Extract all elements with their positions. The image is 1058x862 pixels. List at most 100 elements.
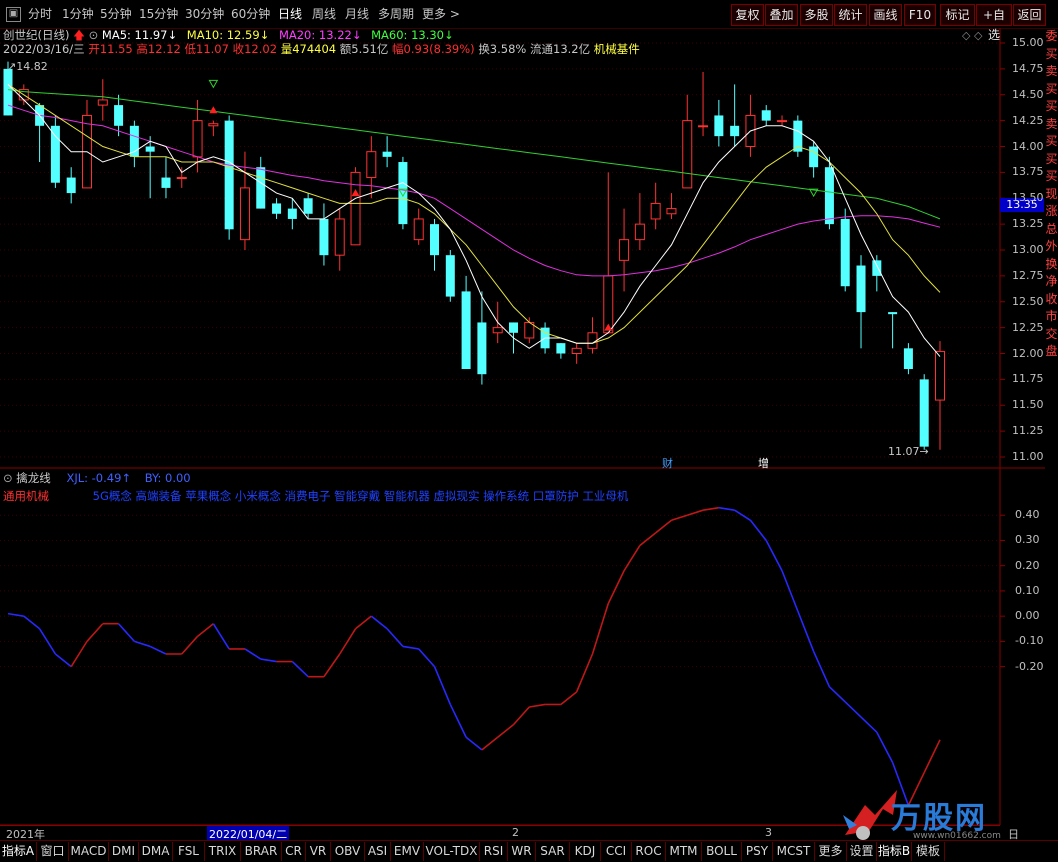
- xjl-line-segment: [433, 666, 452, 705]
- xjl-line-segment: [70, 640, 88, 668]
- indicator-tab[interactable]: BOLL: [702, 842, 742, 861]
- right-strip-char: 卖: [1045, 64, 1058, 78]
- xjl-line-segment: [828, 686, 846, 703]
- watermark-logo: 万股网 www.wn01662.com: [835, 785, 1035, 841]
- indicator-tab[interactable]: MACD: [69, 842, 109, 861]
- xjl-line-segment: [844, 701, 862, 718]
- share-issuance-marker[interactable]: 增: [758, 455, 769, 471]
- multi-stock-button[interactable]: 多股: [800, 4, 833, 26]
- f10-button[interactable]: F10: [904, 4, 936, 26]
- candle-up: [777, 120, 788, 123]
- xjl-line-segment: [465, 736, 483, 751]
- candle-down: [319, 218, 329, 256]
- indicator-tab[interactable]: RSI: [480, 842, 508, 861]
- candle-down: [809, 146, 819, 168]
- indicator-tab[interactable]: 窗口: [37, 842, 69, 861]
- stats-button[interactable]: 统计: [834, 4, 867, 26]
- right-strip-char: 买: [1045, 134, 1058, 148]
- indicator-tab[interactable]: ROC: [632, 842, 666, 861]
- indicator-tab[interactable]: ASI: [365, 842, 391, 861]
- candle-up: [650, 202, 661, 220]
- candle-down: [256, 167, 266, 209]
- xjl-line-segment: [418, 648, 436, 668]
- indicator-name[interactable]: 擒龙线: [16, 471, 51, 485]
- candle-up: [350, 171, 361, 246]
- indicator-tab[interactable]: OBV: [331, 842, 365, 861]
- period-tab-15min[interactable]: 15分钟: [139, 0, 178, 28]
- indicator-tab[interactable]: VOL-TDX: [424, 842, 480, 861]
- back-button[interactable]: 返回: [1013, 4, 1046, 26]
- xjl-line-segment: [655, 519, 672, 534]
- candle-down: [556, 343, 566, 354]
- xjl-line-segment: [765, 540, 783, 572]
- indicator-tab[interactable]: WR: [508, 842, 536, 861]
- period-tab-weekly[interactable]: 周线: [312, 0, 336, 28]
- period-tab-more[interactable]: 更多 >: [422, 0, 460, 28]
- period-tab-5min[interactable]: 5分钟: [100, 0, 132, 28]
- indicator-tab[interactable]: VR: [306, 842, 331, 861]
- xjl-line-segment: [117, 623, 135, 642]
- candle-up: [334, 218, 345, 256]
- kline-chart[interactable]: [0, 28, 1045, 840]
- period-tab-fenshi[interactable]: 分时: [28, 0, 52, 28]
- indicator-dropdown-icon[interactable]: ⊙: [3, 471, 13, 485]
- indicator-axis-label: -0.20: [1015, 659, 1044, 673]
- price-axis-label: 14.75: [1012, 61, 1044, 75]
- candle-down: [382, 151, 392, 157]
- indicator-tab[interactable]: 指标B: [877, 842, 912, 861]
- xjl-line-segment: [244, 648, 262, 660]
- indicator-tab[interactable]: BRAR: [241, 842, 282, 861]
- indicator-tab[interactable]: 更多: [815, 842, 847, 861]
- candle-up: [413, 218, 424, 241]
- xjl-line-segment: [860, 716, 878, 733]
- indicator-legend: ⊙ 擒龙线 XJL: -0.49↑ BY: 0.00: [3, 471, 191, 485]
- indicator-tab[interactable]: DMA: [139, 842, 173, 861]
- xjl-line-segment: [370, 615, 388, 630]
- financial-report-marker[interactable]: 财: [662, 455, 673, 471]
- indicator-tab[interactable]: TRIX: [205, 842, 241, 861]
- indicator-tab[interactable]: SAR: [536, 842, 570, 861]
- low-mark-value: 11.07: [888, 445, 920, 458]
- indicator-tab[interactable]: 模板: [912, 842, 945, 861]
- indicator-tab[interactable]: 设置: [847, 842, 877, 861]
- draw-line-button[interactable]: 画线: [869, 4, 902, 26]
- period-tab-60min[interactable]: 60分钟: [231, 0, 270, 28]
- indicator-tab[interactable]: MCST: [773, 842, 815, 861]
- industry-label[interactable]: 通用机械: [3, 489, 49, 503]
- indicator-tab[interactable]: FSL: [173, 842, 205, 861]
- period-tab-30min[interactable]: 30分钟: [185, 0, 224, 28]
- period-tab-monthly[interactable]: 月线: [345, 0, 369, 28]
- overlay-button[interactable]: 叠加: [765, 4, 798, 26]
- right-strip-char: 外: [1045, 239, 1058, 253]
- indicator-tab[interactable]: CR: [282, 842, 306, 861]
- period-tab-1min[interactable]: 1分钟: [62, 0, 94, 28]
- indicator-tab[interactable]: PSY: [742, 842, 773, 861]
- candle-down: [856, 265, 866, 313]
- xjl-line-segment: [402, 645, 419, 650]
- indicator-tab[interactable]: KDJ: [570, 842, 601, 861]
- indicator-axis-label: 0.10: [1015, 583, 1040, 597]
- right-strip-char: 盘: [1045, 344, 1058, 358]
- indicator-tab[interactable]: CCI: [601, 842, 632, 861]
- window-toggle-icon[interactable]: ▣: [6, 7, 21, 22]
- price-axis-label: 14.25: [1012, 113, 1044, 127]
- indicator-tab[interactable]: MTM: [666, 842, 702, 861]
- right-strip-char: 买: [1045, 81, 1058, 96]
- candle-down: [145, 146, 155, 152]
- xjl-line-segment: [718, 506, 735, 511]
- ma60-line: [7, 89, 941, 220]
- fuquan-button[interactable]: 复权: [731, 4, 764, 26]
- candle-down: [888, 312, 898, 315]
- add-favorite-button[interactable]: +自选: [976, 4, 1012, 42]
- concept-tags[interactable]: 5G概念 高端装备 苹果概念 小米概念 消费电子 智能穿戴 智能机器 虚拟现实 …: [93, 489, 629, 503]
- period-tab-multi[interactable]: 多周期: [378, 0, 414, 28]
- mark-button[interactable]: 标记: [940, 4, 975, 26]
- period-tab-daily[interactable]: 日线: [278, 0, 302, 28]
- indicator-tab[interactable]: DMI: [109, 842, 139, 861]
- indicator-tab[interactable]: EMV: [391, 842, 424, 861]
- price-axis-label: 14.50: [1012, 87, 1044, 101]
- xjl-line-segment: [560, 691, 578, 706]
- indicator-axis-label: 0.20: [1015, 558, 1040, 572]
- xjl-line-segment: [497, 724, 514, 738]
- indicator-tab[interactable]: 指标A: [0, 842, 37, 861]
